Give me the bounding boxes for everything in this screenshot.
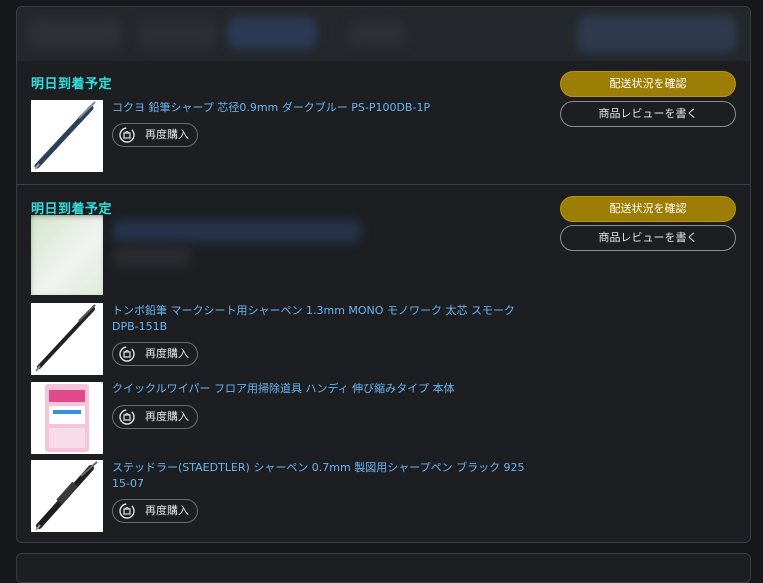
dark-blue-pencil-image [31, 100, 103, 172]
delivery-status: 明日到着予定 [31, 77, 113, 92]
write-review-button[interactable]: 商品レビューを書く [560, 225, 736, 251]
blurred-product-image [31, 215, 103, 295]
product-image[interactable] [31, 100, 103, 172]
rebuy-refresh-cart-icon [119, 503, 135, 519]
next-order-card [16, 553, 751, 583]
blurred-text [137, 19, 217, 49]
product-image[interactable] [31, 460, 103, 532]
rebuy-button[interactable]: 再度購入 [112, 342, 198, 366]
product-image[interactable] [31, 303, 103, 375]
blurred-text [577, 15, 737, 53]
order-divider [17, 184, 750, 185]
write-review-button[interactable]: 商品レビューを書く [560, 101, 736, 127]
order-header-blurred [17, 7, 750, 61]
blurred-text [227, 17, 317, 49]
orders-card: 明日到着予定 配送状況を確認 商品レビューを書く コクヨ 鉛筆シャープ 芯径0.… [16, 6, 751, 543]
rebuy-label: 再度購入 [145, 410, 189, 423]
black-pencil-image [31, 303, 103, 375]
rebuy-label: 再度購入 [145, 504, 189, 517]
rebuy-button[interactable]: 再度購入 [112, 123, 198, 147]
blurred-text [112, 219, 362, 243]
rebuy-label: 再度購入 [145, 347, 189, 360]
product-title-link[interactable]: コクヨ 鉛筆シャープ 芯径0.9mm ダークブルー PS-P100DB-1P [112, 100, 542, 116]
rebuy-refresh-cart-icon [119, 409, 135, 425]
blurred-text [112, 247, 192, 267]
blurred-text [27, 19, 122, 49]
rebuy-button[interactable]: 再度購入 [112, 499, 198, 523]
rebuy-refresh-cart-icon [119, 346, 135, 362]
product-title-link[interactable]: ステッドラー(STAEDTLER) シャーペン 0.7mm 製図用シャープペン … [112, 460, 542, 492]
product-title-link[interactable]: トンボ鉛筆 マークシート用シャーペン 1.3mm MONO モノワーク 太芯 ス… [112, 303, 542, 335]
staedtler-pencil-image [31, 460, 103, 532]
rebuy-refresh-cart-icon [119, 127, 135, 143]
track-package-button[interactable]: 配送状況を確認 [560, 196, 736, 222]
quickle-wiper-package-image [31, 382, 103, 454]
rebuy-button[interactable]: 再度購入 [112, 405, 198, 429]
product-image[interactable] [31, 382, 103, 454]
blurred-text [347, 21, 407, 47]
track-package-button[interactable]: 配送状況を確認 [560, 71, 736, 97]
product-title-link[interactable]: クイックルワイパー フロア用掃除道具 ハンディ 伸び縮みタイプ 本体 [112, 381, 542, 397]
rebuy-label: 再度購入 [145, 128, 189, 141]
